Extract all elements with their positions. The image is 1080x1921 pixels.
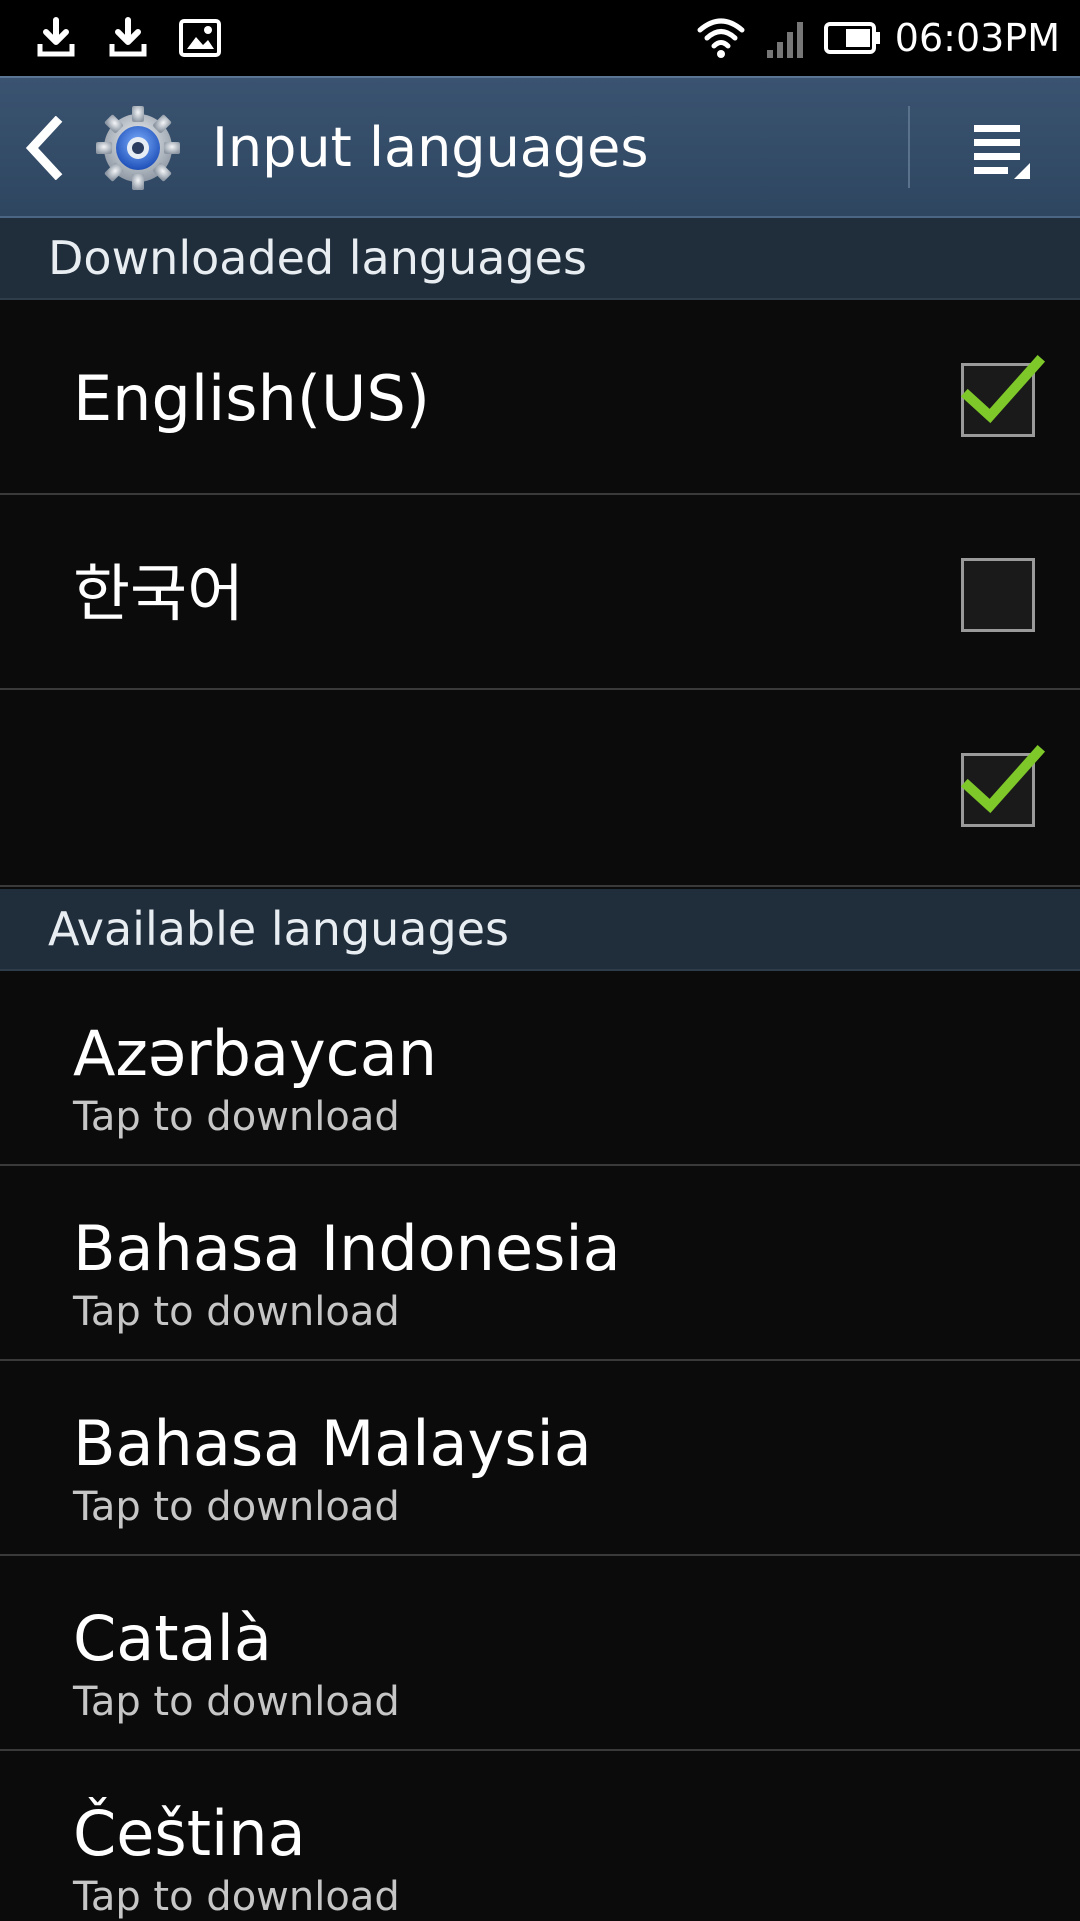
settings-gear-icon [94, 104, 182, 192]
system-icons: 06:03PM [695, 12, 1080, 64]
list-item-language[interactable] [0, 690, 1080, 887]
back-button[interactable] [22, 115, 66, 181]
language-status: Tap to download [73, 1484, 400, 1530]
language-checkbox[interactable] [961, 558, 1035, 632]
language-label: Bahasa Indonesia [73, 1212, 621, 1285]
list-item-catala[interactable]: Català Tap to download [0, 1556, 1080, 1751]
section-header-available: Available languages [0, 889, 1080, 971]
wifi-icon [695, 12, 747, 64]
checkmark-icon [960, 744, 1046, 814]
action-bar: Input languages [0, 76, 1080, 218]
download-icon [30, 12, 82, 64]
battery-icon [823, 12, 883, 64]
list-item-cestina[interactable]: Čeština Tap to download [0, 1751, 1080, 1920]
section-header-label: Downloaded languages [48, 231, 587, 285]
action-bar-divider [908, 106, 910, 188]
language-label: Català [73, 1602, 272, 1675]
download-icon [102, 12, 154, 64]
list-item-english-us[interactable]: English(US) [0, 300, 1080, 495]
notification-icons [0, 12, 226, 64]
language-label: Azərbaycan [73, 1017, 438, 1090]
language-checkbox[interactable] [960, 744, 1046, 827]
language-label: Čeština [73, 1797, 306, 1870]
page-title: Input languages [212, 116, 649, 179]
checkmark-icon [960, 354, 1046, 424]
language-label: English(US) [73, 362, 430, 435]
chevron-left-icon [25, 115, 63, 181]
language-status: Tap to download [73, 1874, 400, 1920]
language-label: Bahasa Malaysia [73, 1407, 592, 1480]
language-checkbox[interactable] [960, 354, 1046, 437]
status-time: 06:03PM [894, 16, 1060, 60]
overflow-menu-button[interactable] [940, 106, 1060, 192]
signal-icon [759, 12, 811, 64]
section-header-label: Available languages [48, 902, 509, 956]
section-header-downloaded: Downloaded languages [0, 218, 1080, 300]
menu-icon [974, 125, 1030, 179]
image-icon [174, 12, 226, 64]
list-item-bahasa-malaysia[interactable]: Bahasa Malaysia Tap to download [0, 1361, 1080, 1556]
list-item-bahasa-indonesia[interactable]: Bahasa Indonesia Tap to download [0, 1166, 1080, 1361]
language-status: Tap to download [73, 1289, 400, 1335]
language-status: Tap to download [73, 1679, 400, 1725]
language-status: Tap to download [73, 1094, 400, 1140]
list-item-azerbaycan[interactable]: Azərbaycan Tap to download [0, 971, 1080, 1166]
list-item-korean[interactable]: 한국어 [0, 495, 1080, 690]
language-label: 한국어 [73, 557, 245, 630]
status-bar: 06:03PM [0, 0, 1080, 76]
